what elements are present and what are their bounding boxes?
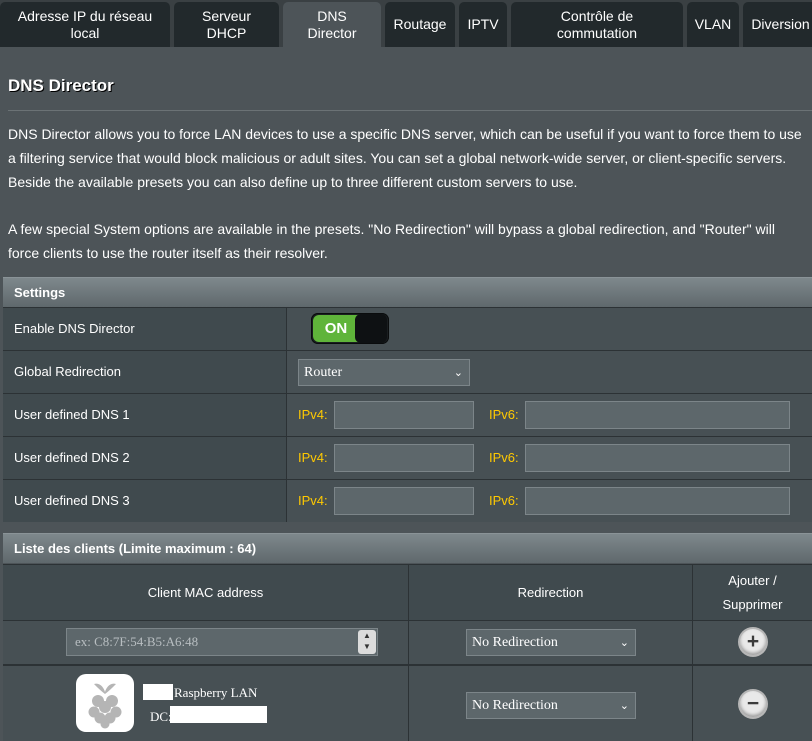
ipv6-label: IPv6: [489,450,519,465]
column-header-action-label: Supprimer [722,596,783,612]
client-mac-placeholder: ex: C8:7F:54:B5:A6:48 [75,634,199,649]
redacted-block [143,684,173,700]
dns3-ipv4-input[interactable] [334,487,474,515]
ipv4-label: IPv4: [298,493,328,508]
raspberry-pi-icon [76,674,134,732]
description-line: Beside the available presets you can als… [8,174,578,190]
remove-client-button[interactable]: − [740,691,766,717]
column-header-action: Ajouter / Supprimer [693,564,812,620]
enable-dns-director-label: Enable DNS Director [3,308,287,350]
tab-routing[interactable]: Routage [385,2,455,47]
dns1-row: User defined DNS 1 IPv4: IPv6: [3,393,812,436]
cell-divider [692,666,693,741]
dns2-ipv6-input[interactable] [525,444,790,472]
enable-dns-director-row: Enable DNS Director ON [3,307,812,350]
column-header-action-label: Ajouter / [728,572,777,588]
global-redirection-select[interactable]: Router ⌄ [298,359,470,386]
client-mac-input[interactable]: ex: C8:7F:54:B5:A6:48 ▲ ▼ [66,628,378,656]
dns1-ipv4-input[interactable] [334,401,474,429]
redacted-block [170,706,267,723]
ipv4-label: IPv4: [298,450,328,465]
dns2-label: User defined DNS 2 [3,437,287,479]
global-redirection-value: Router [304,365,343,380]
column-header-redirection: Redirection [409,564,693,620]
description-line: force clients to use the router itself a… [8,245,328,261]
client-redirection-value: No Redirection [472,698,558,713]
chevron-down-icon: ⌄ [619,699,629,712]
description-line: DNS Director allows you to force LAN dev… [8,126,802,142]
description-line: A few special System options are availab… [8,221,775,237]
global-redirection-row: Global Redirection Router ⌄ [3,350,812,393]
enable-dns-director-toggle[interactable]: ON [311,313,389,344]
settings-header: Settings [3,277,812,307]
ipv6-label: IPv6: [489,407,519,422]
dns3-row: User defined DNS 3 IPv4: IPv6: [3,479,812,522]
add-client-button[interactable]: + [740,629,766,655]
toggle-on-label: ON [313,315,359,342]
column-header-mac-label: Client MAC address [147,584,264,600]
ipv4-label: IPv4: [298,407,328,422]
description-line: a filtering service that would block mal… [8,150,787,166]
page-title: DNS Director [8,76,114,95]
chevron-down-icon: ⌄ [619,636,629,649]
tab-iptv[interactable]: IPTV [459,2,507,47]
client-name: Raspberry LAN [174,685,258,700]
tab-switch-control[interactable]: Contrôle de commutation [511,2,683,47]
dns1-ipv6-input[interactable] [525,401,790,429]
tab-dhcp-server[interactable]: Serveur DHCP [174,2,279,47]
new-client-row: ex: C8:7F:54:B5:A6:48 ▲ ▼ No Redirection … [3,620,812,664]
column-header-mac: Client MAC address [3,564,409,620]
new-client-redirection-value: No Redirection [472,635,558,650]
cell-divider [408,621,409,664]
global-redirection-label: Global Redirection [3,351,287,393]
dns1-label: User defined DNS 1 [3,394,287,436]
cell-divider [408,666,409,741]
tab-diversion[interactable]: Diversion [743,2,812,47]
column-header-redirection-label: Redirection [517,584,584,600]
new-client-redirection-select[interactable]: No Redirection ⌄ [466,629,636,656]
title-divider [8,110,812,111]
client-redirection-select[interactable]: No Redirection ⌄ [466,692,636,719]
tab-lan-ip[interactable]: Adresse IP du réseau local [0,2,170,47]
client-dc-label: DC: [150,709,172,724]
dns3-label: User defined DNS 3 [3,480,287,522]
client-row: Raspberry LAN DC: No Redirection ⌄ − [3,664,812,741]
ipv6-label: IPv6: [489,493,519,508]
dns2-row: User defined DNS 2 IPv4: IPv6: [3,436,812,479]
dns3-ipv6-input[interactable] [525,487,790,515]
tab-vlan[interactable]: VLAN [687,2,739,47]
tab-dns-director[interactable]: DNS Director [283,2,381,47]
client-list-header: Liste des clients (Limite maximum : 64) [3,533,812,563]
tab-bar: Adresse IP du réseau local Serveur DHCP … [0,0,812,47]
dns2-ipv4-input[interactable] [334,444,474,472]
chevron-down-icon: ⌄ [453,366,463,379]
mac-dropdown-stepper-icon[interactable]: ▲ ▼ [358,630,376,654]
page-description: DNS Director allows you to force LAN dev… [8,122,812,265]
cell-divider [692,621,693,664]
toggle-knob [355,314,387,343]
